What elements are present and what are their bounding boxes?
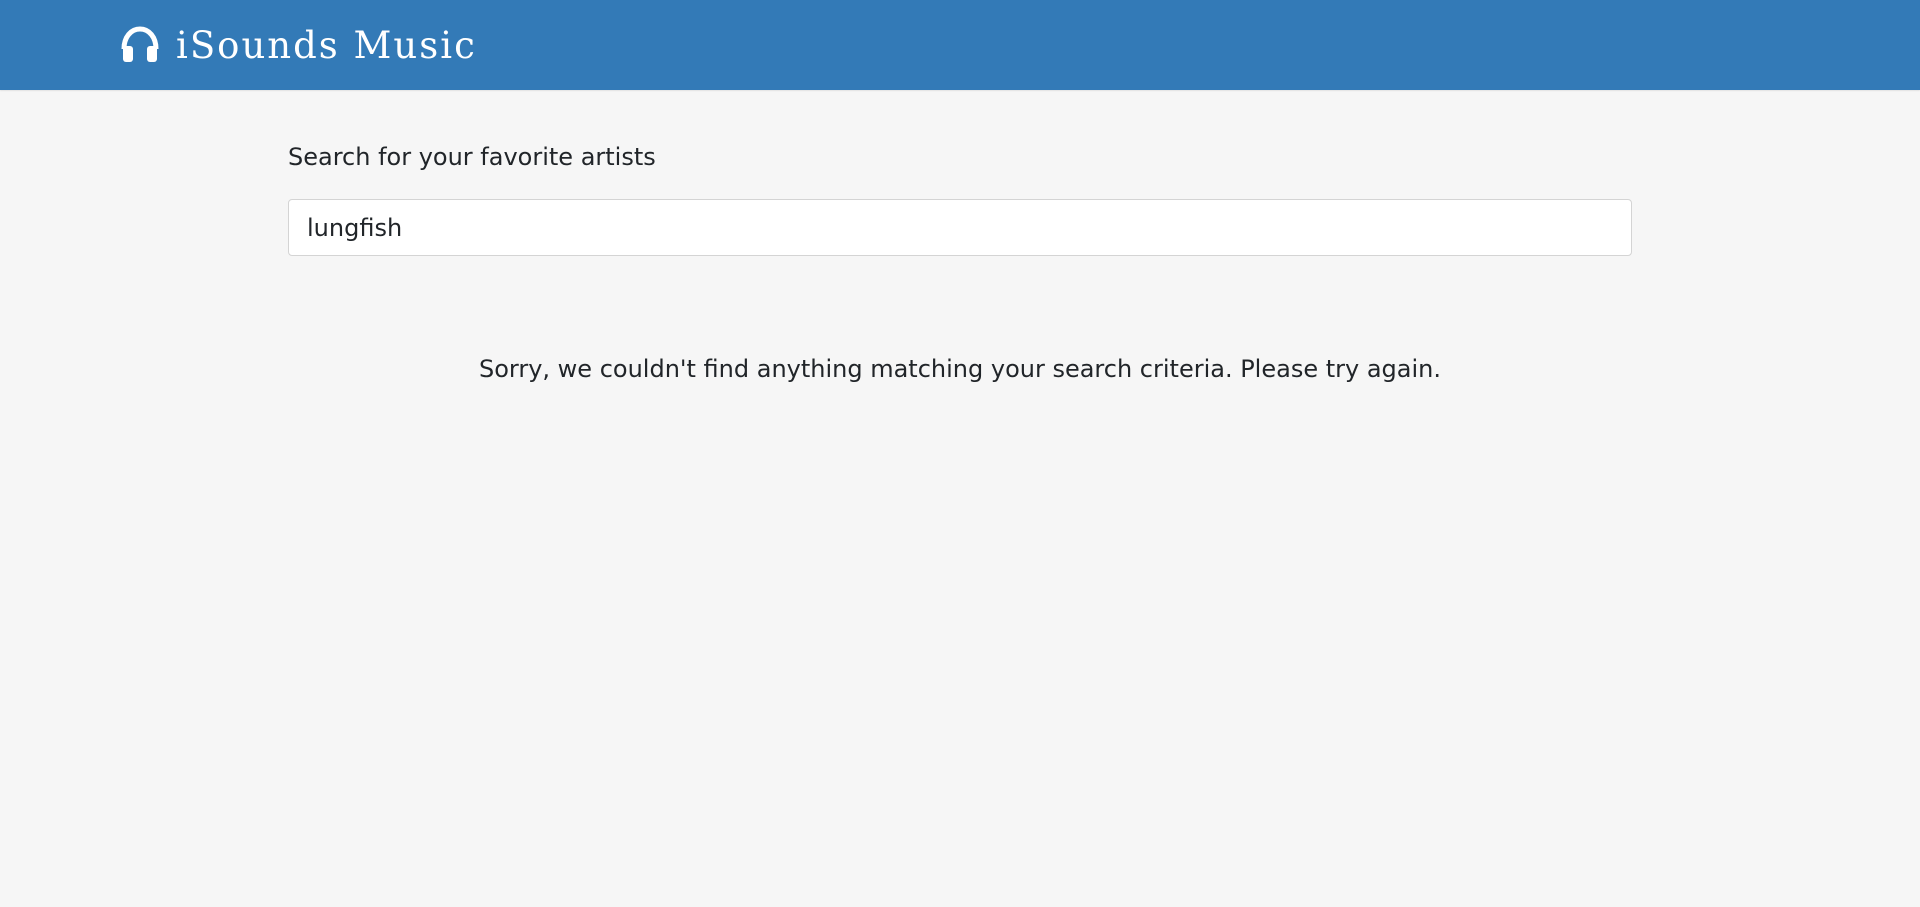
top-navbar: iSounds Music (0, 0, 1920, 90)
brand-name: iSounds Music (176, 23, 477, 67)
headphones-icon (120, 25, 160, 65)
artist-search-input[interactable] (288, 199, 1632, 256)
search-label: Search for your favorite artists (288, 143, 656, 171)
no-results-message: Sorry, we couldn't find anything matchin… (478, 355, 1441, 383)
brand-link[interactable]: iSounds Music (120, 20, 477, 70)
